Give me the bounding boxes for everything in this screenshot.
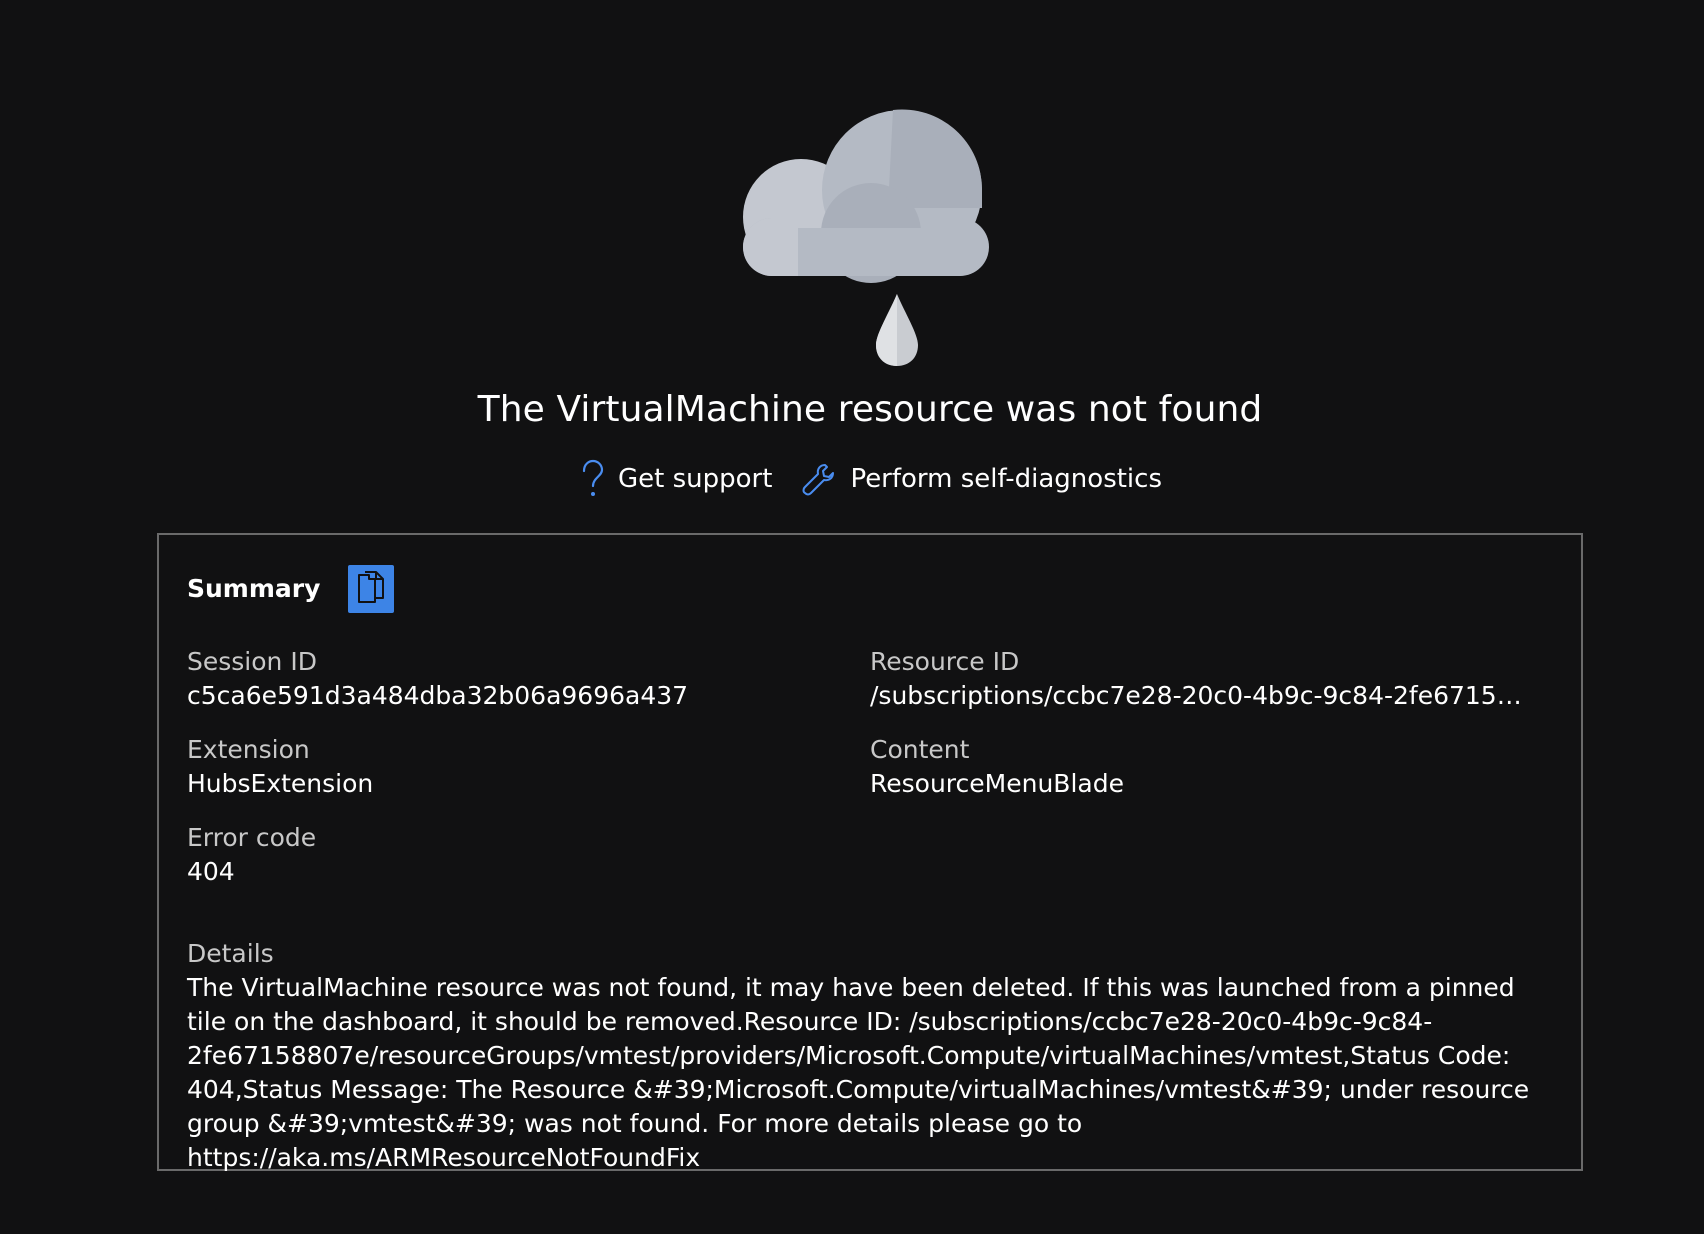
question-mark-icon [578, 459, 604, 499]
extension-field: Extension HubsExtension [187, 733, 827, 801]
summary-panel: Summary Session ID c5ca6e591d3a484dba32b… [157, 533, 1583, 1172]
error-code-field: Error code 404 [187, 821, 827, 889]
resource-id-label: Resource ID [870, 647, 1020, 676]
get-support-link[interactable]: Get support [578, 455, 772, 503]
self-diagnostics-link[interactable]: Perform self-diagnostics [802, 455, 1162, 503]
details-text: The VirtualMachine resource was not foun… [187, 973, 1530, 1172]
content-value: ResourceMenuBlade [870, 769, 1124, 798]
get-support-label: Get support [618, 464, 773, 494]
session-id-value: c5ca6e591d3a484dba32b06a9696a437 [187, 681, 689, 710]
extension-value: HubsExtension [187, 769, 374, 798]
resource-id-field: Resource ID /subscriptions/ccbc7e28-20c0… [870, 645, 1530, 713]
error-title: The VirtualMachine resource was not foun… [477, 389, 1263, 430]
self-diagnostics-label: Perform self-diagnostics [850, 464, 1162, 494]
extension-label: Extension [187, 735, 310, 764]
session-id-field: Session ID c5ca6e591d3a484dba32b06a9696a… [187, 645, 827, 713]
summary-title: Summary [187, 574, 321, 603]
wrench-icon [802, 462, 836, 496]
cloud-raindrop-icon [738, 108, 1004, 368]
summary-header: Summary [187, 565, 395, 613]
error-page: The VirtualMachine resource was not foun… [0, 0, 1704, 1234]
copy-icon [356, 570, 386, 608]
details-section: Details The VirtualMachine resource was … [187, 937, 1547, 1175]
details-label: Details [187, 939, 274, 968]
error-code-value: 404 [187, 857, 235, 886]
resource-id-value: /subscriptions/ccbc7e28-20c0-4b9c-9c84-2… [870, 681, 1530, 710]
error-code-label: Error code [187, 823, 317, 852]
action-links: Get support Perform self-diagnostics [0, 455, 1704, 503]
session-id-label: Session ID [187, 647, 317, 676]
content-field: Content ResourceMenuBlade [870, 733, 1530, 801]
content-label: Content [870, 735, 970, 764]
copy-button[interactable] [348, 565, 395, 613]
